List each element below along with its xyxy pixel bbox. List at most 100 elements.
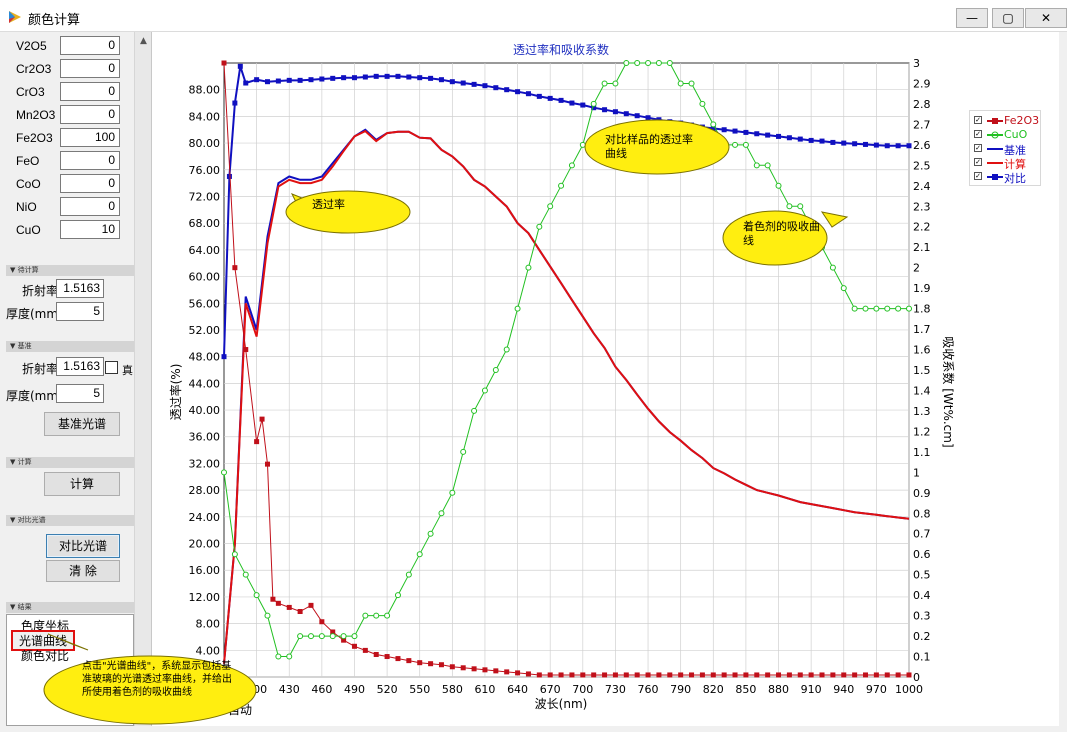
close-button[interactable]: ✕ <box>1025 8 1067 28</box>
x-axis-ticks: 400 430 460 490 520 550 580 610 640 670 700 730 760 7… <box>246 683 923 696</box>
oxide-row-feo: FeO 0 <box>16 151 136 171</box>
legend-swatch-icon <box>987 174 1003 180</box>
data-point <box>819 672 825 678</box>
y2-tick-label: 0.6 <box>913 548 931 561</box>
y2-tick-label: 2.3 <box>913 200 931 213</box>
data-point <box>742 141 749 148</box>
data-point <box>264 79 270 85</box>
oxide-input-cuo[interactable]: 10 <box>60 220 120 239</box>
legend-item[interactable]: ✓ 对比 <box>974 170 1040 185</box>
data-point <box>384 654 390 660</box>
data-point <box>427 530 434 537</box>
calculate-button[interactable]: 计算 <box>44 472 120 496</box>
y2-tick-label: 2.4 <box>913 180 931 193</box>
oxide-input-nio[interactable]: 0 <box>60 197 120 216</box>
hint-callout-text: 点击"光谱曲线"，系统显示包括基准玻璃的光谱透过率曲线，并给出所使用着色剂的吸收… <box>82 661 232 698</box>
checkbox-icon[interactable]: ✓ <box>974 116 982 124</box>
oxide-label: V2O5 <box>16 39 47 53</box>
data-point <box>428 661 434 667</box>
oxide-input-fe2o3[interactable]: 100 <box>60 128 120 147</box>
compare-spectrum-button[interactable]: 对比光谱 <box>46 534 120 558</box>
data-point <box>297 77 303 83</box>
y2-tick-label: 0.5 <box>913 569 931 582</box>
y2-axis-label: 吸收系数 [Wt%.cm] <box>941 336 956 447</box>
data-point <box>721 127 727 133</box>
y2-tick-label: 1.3 <box>913 405 931 418</box>
data-point <box>471 407 478 414</box>
data-point <box>373 651 379 657</box>
legend-item[interactable]: ✓ CuO <box>974 128 1040 141</box>
data-point <box>319 76 325 82</box>
y2-tick-label: 2.7 <box>913 118 931 131</box>
data-point <box>460 665 466 671</box>
checkbox-icon[interactable]: ✓ <box>974 172 982 180</box>
checkbox-icon[interactable]: ✓ <box>974 158 982 166</box>
section-calc[interactable]: ▼ 计算 <box>6 457 134 468</box>
to-calc-refr-input[interactable]: 1.5163 <box>56 279 104 298</box>
maximize-button[interactable]: ▢ <box>992 8 1024 28</box>
legend-item[interactable]: ✓ 基准 <box>974 142 1040 157</box>
baseline-thick-label: 厚度(mm) <box>6 389 63 403</box>
x-tick-label: 670 <box>540 683 561 696</box>
data-point <box>786 672 792 678</box>
baseline-real-checkbox[interactable] <box>105 361 118 374</box>
x-tick-label: 1000 <box>895 683 923 696</box>
y-tick-label: 80.00 <box>189 137 221 150</box>
baseline-refr-input[interactable]: 1.5163 <box>56 357 104 376</box>
y2-tick-label: 1.6 <box>913 344 931 357</box>
y2-tick-label: 1.4 <box>913 384 931 397</box>
data-point <box>492 367 499 373</box>
clear-button[interactable]: 清 除 <box>46 560 120 582</box>
scroll-up-icon[interactable]: ▲ <box>137 34 150 48</box>
oxide-input-cr2o3[interactable]: 0 <box>60 59 120 78</box>
x-tick-label: 490 <box>344 683 365 696</box>
baseline-spectrum-button[interactable]: 基准光谱 <box>44 412 120 436</box>
data-point <box>243 347 249 353</box>
data-point <box>645 115 651 121</box>
data-point <box>688 80 695 87</box>
baseline-thick-input[interactable]: 5 <box>56 384 104 403</box>
y2-tick-label: 0.4 <box>913 589 931 602</box>
y-tick-label: 76.00 <box>189 164 221 177</box>
legend-item[interactable]: ✓ Fe2O3 <box>974 114 1040 127</box>
oxide-input-cro3[interactable]: 0 <box>60 82 120 101</box>
minimize-button[interactable]: — <box>956 8 988 28</box>
data-point <box>612 109 618 115</box>
oxide-label: NiO <box>16 200 37 214</box>
y2-tick-label: 1.2 <box>913 425 931 438</box>
y2-tick-label: 2.2 <box>913 221 931 234</box>
data-point <box>569 100 575 106</box>
data-point <box>591 672 597 678</box>
oxide-input-v2o5[interactable]: 0 <box>60 36 120 55</box>
data-point <box>275 600 281 606</box>
checkbox-icon[interactable]: ✓ <box>974 144 982 152</box>
data-point <box>732 128 738 134</box>
to-calc-thick-input[interactable]: 5 <box>56 302 104 321</box>
section-to-calc[interactable]: ▼ 待计算 <box>6 265 134 276</box>
oxide-input-feo[interactable]: 0 <box>60 151 120 170</box>
data-point <box>862 305 869 312</box>
data-point <box>416 551 423 558</box>
data-point <box>808 672 814 678</box>
section-baseline[interactable]: ▼ 基准 <box>6 341 134 352</box>
chart-title: 透过率和吸收系数 <box>513 42 609 57</box>
oxide-row-mn2o3: Mn2O3 0 <box>16 105 136 125</box>
oxide-input-mn2o3[interactable]: 0 <box>60 105 120 124</box>
y-tick-label: 88.00 <box>189 84 221 97</box>
data-point <box>264 461 270 467</box>
data-point <box>330 75 336 81</box>
x-tick-label: 700 <box>572 683 593 696</box>
checkbox-icon[interactable]: ✓ <box>974 130 982 138</box>
oxide-input-coo[interactable]: 0 <box>60 174 120 193</box>
y-tick-label: 72.00 <box>189 190 221 203</box>
data-point <box>830 672 836 678</box>
data-point <box>775 182 782 189</box>
legend-item[interactable]: ✓ 计算 <box>974 156 1040 171</box>
x-tick-label: 730 <box>605 683 626 696</box>
section-compare[interactable]: ▼ 对比光谱 <box>6 515 134 526</box>
data-point <box>776 672 782 678</box>
data-point <box>504 669 510 675</box>
data-point <box>286 653 293 660</box>
y-tick-label: 68.00 <box>189 217 221 230</box>
section-result[interactable]: ▼ 结果 <box>6 602 134 613</box>
